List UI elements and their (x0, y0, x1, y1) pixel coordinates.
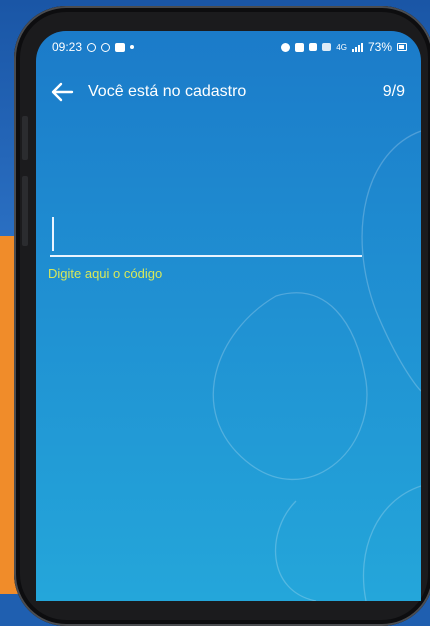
notification-icon (87, 42, 97, 52)
app-screen: 09:23 4G 73% Você está no cadastro 9/9 D… (36, 31, 421, 601)
side-button (22, 176, 28, 246)
status-time: 09:23 (52, 40, 83, 54)
step-counter: 9/9 (382, 83, 405, 100)
background-decoration (212, 130, 421, 601)
signal-icon (351, 42, 363, 52)
alarm-icon (281, 42, 291, 52)
back-arrow-icon[interactable] (50, 81, 74, 103)
hd-icon (322, 43, 332, 51)
text-cursor (52, 217, 54, 251)
code-field[interactable] (50, 211, 362, 257)
code-helper-text: Digite aqui o código (48, 266, 163, 281)
teams-icon (115, 42, 126, 52)
app-notification-icon (101, 42, 111, 52)
mute-icon (309, 43, 318, 51)
vibrate-icon (295, 42, 305, 52)
more-notifications-icon (130, 45, 135, 49)
battery-icon (397, 43, 407, 51)
volume-button (22, 116, 28, 160)
status-bar: 09:23 4G 73% (52, 37, 407, 57)
code-input[interactable] (58, 217, 362, 253)
battery-percentage: 73% (367, 40, 392, 54)
page-title: Você está no cadastro (88, 83, 247, 100)
network-type: 4G (336, 42, 347, 52)
app-bar: Você está no cadastro 9/9 (50, 79, 405, 105)
